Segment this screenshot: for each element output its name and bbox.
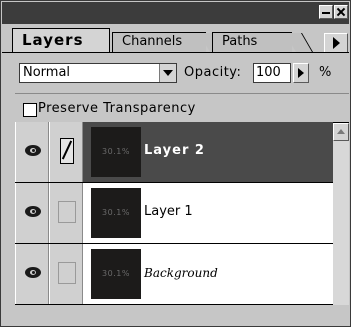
palette-title-bar[interactable] <box>2 2 349 24</box>
tab-layers[interactable]: Layers <box>12 28 110 52</box>
empty-link-box <box>58 262 76 284</box>
empty-link-box <box>58 201 76 223</box>
layer-main-cell[interactable]: 30.1% Layer 2 <box>83 122 333 182</box>
opacity-label: Opacity: <box>184 65 242 80</box>
edit-status-cell[interactable] <box>49 122 83 182</box>
preserve-transparency-label[interactable]: Preserve Transparency <box>38 100 196 118</box>
layer-name: Layer 2 <box>144 143 205 158</box>
layer-list: 30.1% Layer 2 30.1% Layer 1 30.1% Backgr… <box>15 122 333 305</box>
tab-channels[interactable]: Channels <box>112 32 228 53</box>
tab-edge <box>285 33 314 53</box>
visibility-toggle[interactable] <box>15 183 49 243</box>
link-toggle[interactable] <box>49 244 83 304</box>
layer-name: Background <box>144 266 218 280</box>
eye-icon <box>25 145 41 156</box>
link-toggle[interactable] <box>49 183 83 243</box>
eye-icon <box>25 206 41 217</box>
visibility-toggle[interactable] <box>15 122 49 182</box>
layer-row-background[interactable]: 30.1% Background <box>15 244 333 305</box>
divider <box>15 93 349 94</box>
close-icon[interactable] <box>334 5 348 19</box>
layer-thumbnail: 30.1% <box>91 249 141 299</box>
layer-row-layer-2[interactable]: 30.1% Layer 2 <box>15 122 333 183</box>
layers-palette: Layers Channels Paths Normal Opacity: 10… <box>0 0 351 327</box>
preserve-transparency-checkbox[interactable] <box>23 103 37 117</box>
blend-mode-value: Normal <box>23 65 71 80</box>
layer-main-cell[interactable]: 30.1% Layer 1 <box>83 183 333 243</box>
paintbrush-icon <box>60 138 74 164</box>
palette-menu-button[interactable] <box>324 33 348 53</box>
layer-thumbnail: 30.1% <box>91 127 141 177</box>
layer-list-scrollbar[interactable] <box>333 123 349 305</box>
opacity-slider-button[interactable] <box>293 63 309 83</box>
layer-row-layer-1[interactable]: 30.1% Layer 1 <box>15 183 333 244</box>
visibility-toggle[interactable] <box>15 244 49 304</box>
tab-paths[interactable]: Paths <box>212 32 314 53</box>
layer-thumbnail: 30.1% <box>91 188 141 238</box>
chevron-down-icon[interactable] <box>159 64 176 82</box>
minimize-icon[interactable] <box>319 5 333 19</box>
opacity-input[interactable]: 100 <box>253 63 291 83</box>
layer-name: Layer 1 <box>144 204 193 219</box>
tab-channels-label: Channels <box>122 34 183 49</box>
scroll-up-icon[interactable] <box>333 123 349 141</box>
tab-layers-label: Layers <box>22 31 84 49</box>
tab-divider <box>2 52 349 53</box>
percent-symbol: % <box>319 65 332 80</box>
palette-footer <box>15 305 349 326</box>
tab-paths-label: Paths <box>222 34 258 49</box>
tab-strip: Layers Channels Paths <box>2 24 349 53</box>
layer-main-cell[interactable]: 30.1% Background <box>83 244 333 304</box>
blend-mode-select[interactable]: Normal <box>19 63 177 83</box>
eye-icon <box>25 267 41 278</box>
